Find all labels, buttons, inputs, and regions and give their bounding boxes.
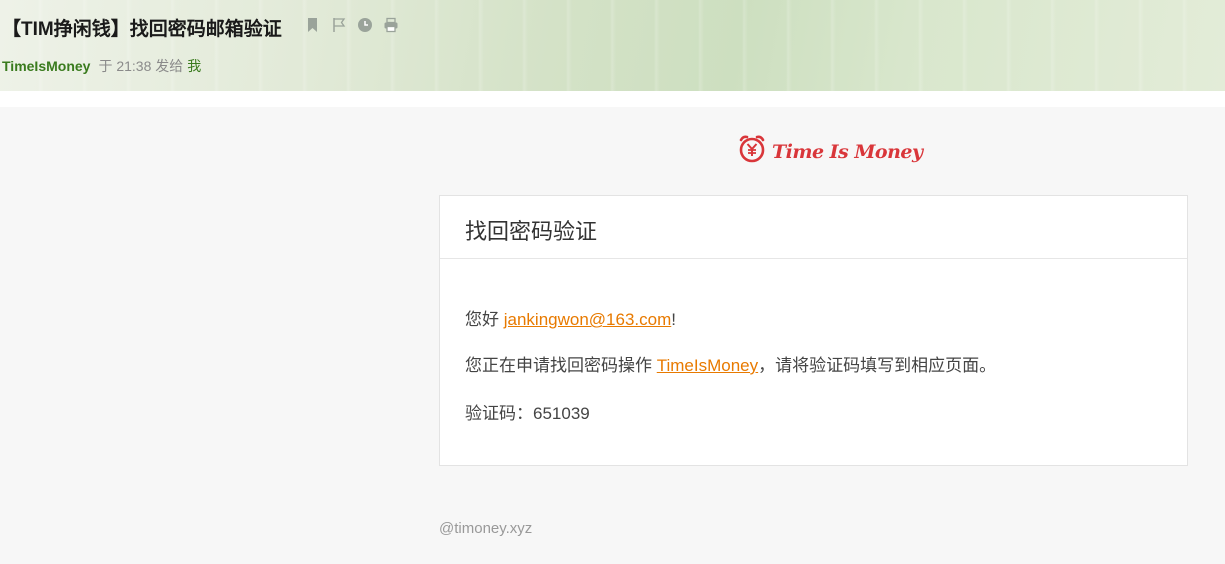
- verification-code-line: 验证码：651039: [465, 399, 590, 424]
- alarm-clock-yen-icon: [736, 133, 768, 170]
- bookmark-icon[interactable]: [305, 17, 321, 33]
- sent-to-label: 发给: [155, 58, 184, 74]
- verification-code: 651039: [533, 404, 590, 423]
- logo-text: Time Is Money: [772, 140, 923, 163]
- instruction-prefix: 您正在申请找回密码操作: [465, 356, 657, 375]
- time-prefix: 于: [98, 58, 113, 74]
- user-email-link[interactable]: jankingwon@163.com: [504, 310, 672, 329]
- greeting-line: 您好 jankingwon@163.com!: [465, 305, 676, 330]
- sent-time: 21:38: [116, 58, 152, 74]
- footer-domain: @timoney.xyz: [439, 520, 533, 537]
- instruction-line: 您正在申请找回密码操作 TimeIsMoney，请将验证码填写到相应页面。: [465, 351, 996, 376]
- flag-icon[interactable]: [331, 17, 347, 33]
- card-title: 找回密码验证: [465, 219, 598, 244]
- greeting-prefix: 您好: [465, 310, 504, 329]
- message-card: 找回密码验证 您好 jankingwon@163.com! 您正在申请找回密码操…: [439, 195, 1188, 466]
- sender-name[interactable]: TimeIsMoney: [2, 58, 90, 74]
- site-link[interactable]: TimeIsMoney: [657, 356, 758, 375]
- email-subject: 【TIM挣闲钱】找回密码邮箱验证: [2, 19, 282, 40]
- greeting-suffix: !: [671, 310, 676, 329]
- header-divider: [0, 91, 1225, 107]
- header-actions: [305, 17, 399, 33]
- print-icon[interactable]: [383, 17, 399, 33]
- brand-logo: Time Is Money: [736, 133, 923, 170]
- card-divider: [440, 258, 1187, 259]
- email-header: 【TIM挣闲钱】找回密码邮箱验证 TimeIsMoney 于 21:38 发给我: [0, 0, 1225, 91]
- instruction-suffix: ，请将验证码填写到相应页面。: [758, 356, 997, 375]
- clock-icon[interactable]: [357, 17, 373, 33]
- recipient-name[interactable]: 我: [187, 58, 201, 74]
- code-label: 验证码：: [465, 404, 533, 423]
- sender-line: TimeIsMoney 于 21:38 发给我: [2, 56, 201, 76]
